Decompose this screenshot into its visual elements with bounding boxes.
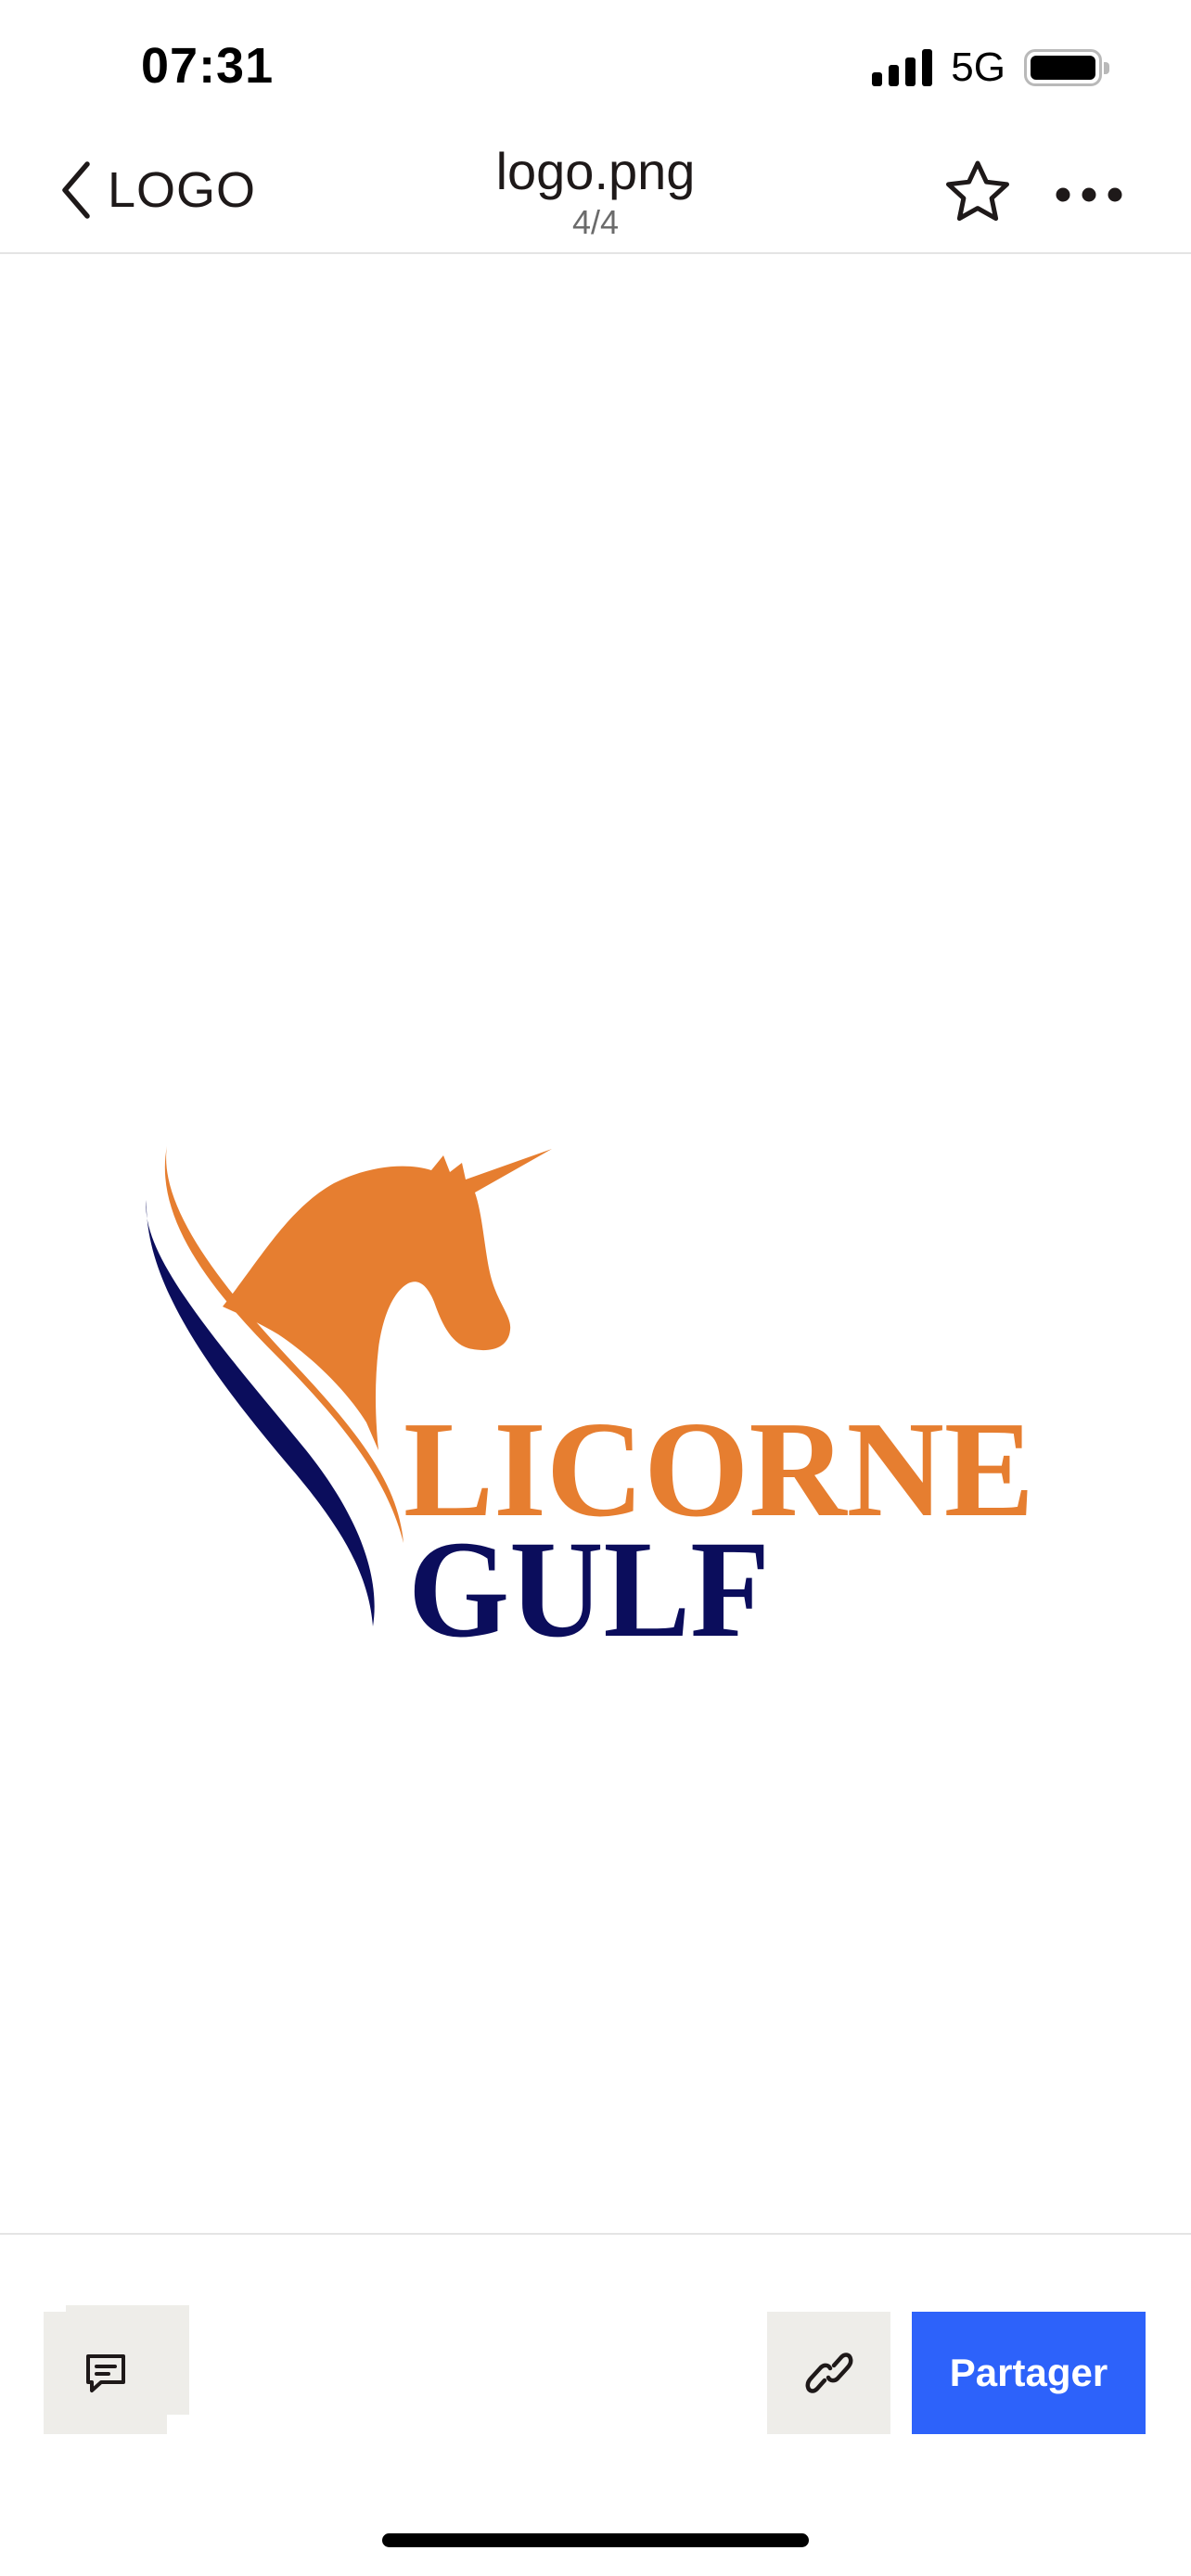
comment-icon [85, 2354, 125, 2392]
more-horizontal-icon [1056, 187, 1122, 202]
toolbar-divider [0, 2233, 1191, 2235]
network-type: 5G [951, 45, 1005, 90]
file-preview-screen: 07:31 5G LOGO logo.png 4/4 LICORNE GULF … [0, 0, 1191, 2576]
more-options-button[interactable] [1052, 167, 1126, 223]
licorne-gulf-logo: LICORNE GULF [139, 1024, 1057, 1756]
logo-text-gulf: GULF [408, 1512, 770, 1666]
cellular-signal-icon [872, 49, 933, 86]
comment-button[interactable] [44, 2312, 167, 2434]
home-indicator[interactable] [382, 2533, 809, 2547]
favorite-button[interactable] [942, 158, 1013, 228]
link-icon [805, 2353, 852, 2393]
unicorn-logo-graphic: LICORNE GULF [146, 1146, 1034, 1666]
image-preview: LICORNE GULF [0, 254, 1191, 2415]
status-bar: 07:31 5G [0, 0, 1191, 130]
status-indicators: 5G [872, 45, 1109, 91]
nav-bar: LOGO logo.png 4/4 [0, 130, 1191, 254]
battery-icon [1024, 49, 1109, 86]
status-time: 07:31 [141, 38, 275, 94]
star-icon [946, 160, 1009, 222]
copy-link-button[interactable] [767, 2312, 890, 2434]
share-button[interactable]: Partager [912, 2312, 1146, 2434]
